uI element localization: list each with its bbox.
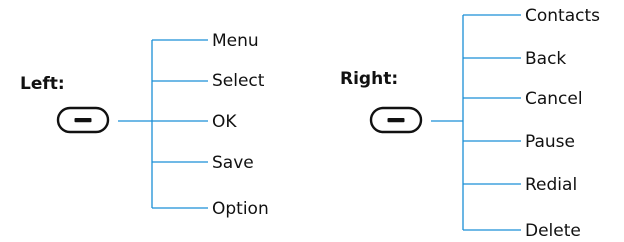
right-group-label: Right: <box>340 69 398 89</box>
right-item-back: Back <box>525 49 566 69</box>
right-connector-tree <box>431 14 521 231</box>
left-minus-key-icon <box>56 106 110 134</box>
left-item-ok: OK <box>212 112 237 132</box>
right-item-cancel: Cancel <box>525 89 583 109</box>
right-item-contacts: Contacts <box>525 6 600 26</box>
right-item-pause: Pause <box>525 132 575 152</box>
left-connector-tree <box>118 39 208 209</box>
right-item-delete: Delete <box>525 221 581 241</box>
left-item-select: Select <box>212 71 265 91</box>
right-soft-key-group: Right: Contacts Back Cancel Pause Redial… <box>340 6 600 241</box>
left-item-option: Option <box>212 199 269 219</box>
left-group-label: Left: <box>20 74 65 94</box>
soft-key-diagram: Left: Menu Select OK Save Option Right: <box>20 6 600 241</box>
right-item-redial: Redial <box>525 175 577 195</box>
left-item-menu: Menu <box>212 31 259 51</box>
left-item-save: Save <box>212 153 254 173</box>
left-soft-key-group: Left: Menu Select OK Save Option <box>20 31 269 219</box>
right-minus-key-icon <box>369 106 423 134</box>
